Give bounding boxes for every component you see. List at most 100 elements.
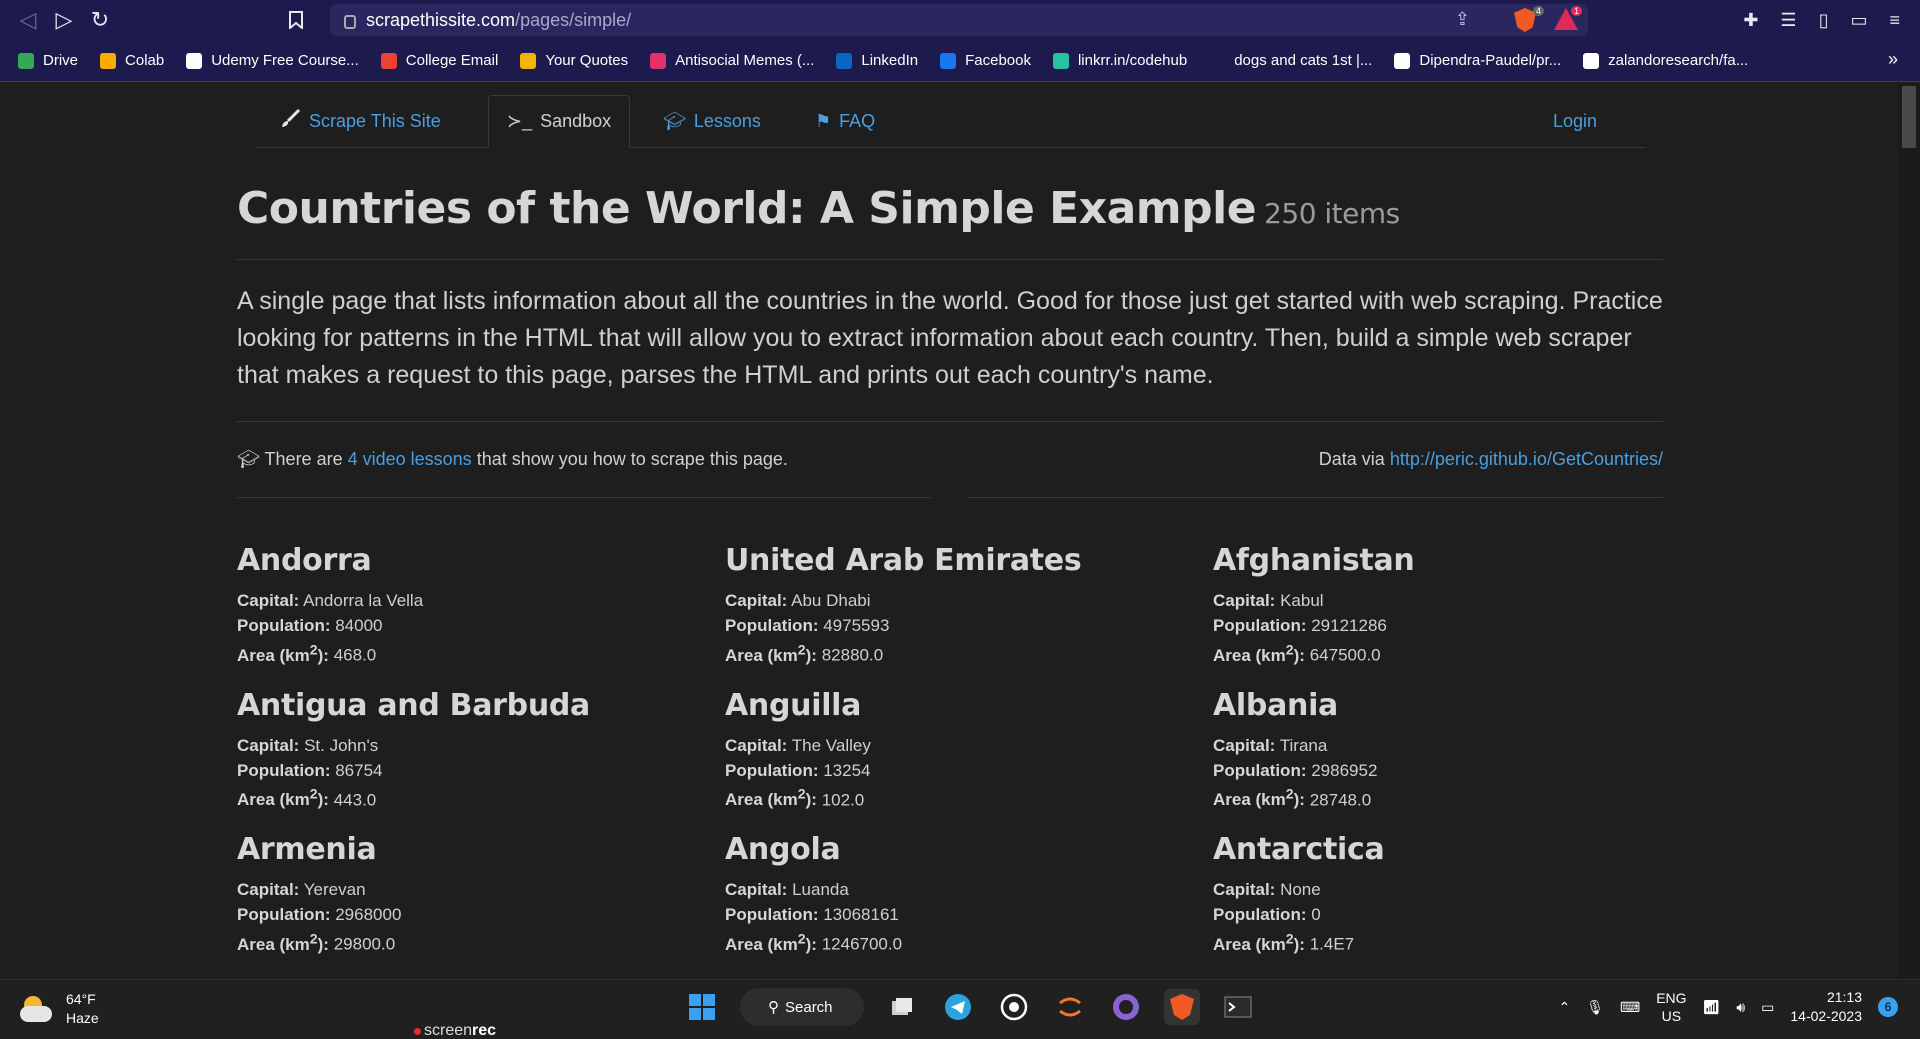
bookmark-item[interactable]: College Email xyxy=(380,52,499,69)
notification-badge[interactable]: 6 xyxy=(1878,997,1898,1017)
lessons-note-prefix: There are xyxy=(264,449,343,469)
tab-faq[interactable]: ⚑ FAQ xyxy=(815,95,875,148)
capital-label: Capital: xyxy=(1213,735,1276,755)
area-label-end: ): xyxy=(317,645,329,665)
sidebar-icon[interactable]: ▯ xyxy=(1819,10,1829,31)
weather-widget[interactable]: 64°F Haze xyxy=(20,990,99,1028)
tab-lessons[interactable]: 🎓︎ Lessons xyxy=(663,95,761,148)
bookmark-item[interactable]: Antisocial Memes (... xyxy=(650,52,814,69)
country-population: Population: 2968000 xyxy=(237,902,725,927)
bookmark-item[interactable]: LinkedIn xyxy=(836,52,918,69)
keyboard-icon[interactable]: ⌨ xyxy=(1620,999,1640,1016)
bookmark-favicon-icon xyxy=(1583,52,1600,69)
tab-sandbox-label: Sandbox xyxy=(540,111,612,131)
whatsapp-icon[interactable] xyxy=(996,989,1032,1025)
lang-primary: ENG xyxy=(1656,990,1687,1006)
area-label: Area (km2): xyxy=(237,931,329,954)
area-label-end: ): xyxy=(805,645,817,665)
country-population: Population: 84000 xyxy=(237,613,725,638)
area-label-sup: 2 xyxy=(309,931,318,948)
weather-condition: Haze xyxy=(66,1010,99,1026)
battery-icon[interactable]: ▭ xyxy=(1761,999,1774,1016)
playlist-icon[interactable]: ☰ xyxy=(1780,10,1796,31)
clock[interactable]: 21:13 14-02-2023 xyxy=(1790,988,1862,1026)
bookmark-item[interactable]: zalandoresearch/fa... xyxy=(1583,52,1748,69)
bookmark-label: Dipendra-Paudel/pr... xyxy=(1419,52,1562,69)
bookmark-item[interactable]: Dipendra-Paudel/pr... xyxy=(1394,52,1561,69)
task-view-icon[interactable] xyxy=(884,989,920,1025)
capital-label: Capital: xyxy=(725,591,788,610)
bookmark-favicon-icon xyxy=(940,52,957,69)
telegram-icon[interactable] xyxy=(940,989,976,1025)
bookmark-item[interactable]: linkrr.in/codehub xyxy=(1052,52,1188,69)
area-label-end: ): xyxy=(1293,790,1305,810)
scrollbar-thumb[interactable] xyxy=(1902,86,1916,148)
bookmark-label: College Email xyxy=(405,52,499,69)
country-population: Population: 13254 xyxy=(725,758,1213,783)
brave-browser-icon[interactable] xyxy=(1164,989,1200,1025)
wifi-icon[interactable]: 📶︎ xyxy=(1703,999,1721,1016)
weather-icon xyxy=(20,996,54,1022)
terminal-app-icon[interactable] xyxy=(1220,989,1256,1025)
data-source-link[interactable]: http://peric.github.io/GetCountries/ xyxy=(1390,449,1663,469)
microphone-icon[interactable]: 🎙︎ xyxy=(1586,999,1604,1016)
bookmark-label: Colab xyxy=(125,52,165,69)
capital-value: Andorra la Vella xyxy=(303,591,424,610)
back-icon[interactable]: ◁ xyxy=(10,2,46,38)
country-capital: Capital: Abu Dhabi xyxy=(725,588,1213,613)
flag-icon: ⚑ xyxy=(815,111,832,131)
area-label: Area (km2): xyxy=(1213,787,1305,810)
shields-badge: 4 xyxy=(1532,6,1544,16)
github-desktop-icon[interactable] xyxy=(1108,989,1144,1025)
bookmark-item[interactable]: Your Quotes xyxy=(520,52,628,69)
bookmark-icon[interactable] xyxy=(278,2,314,38)
scrollbar[interactable] xyxy=(1898,83,1920,979)
area-label-end: ): xyxy=(1293,934,1305,954)
clock-time: 21:13 xyxy=(1826,989,1862,1005)
nav-brand-link[interactable]: Scrape This Site xyxy=(279,95,441,148)
chevron-up-icon[interactable]: ⌃ xyxy=(1558,999,1570,1016)
divider xyxy=(237,497,931,498)
bookmark-label: linkrr.in/codehub xyxy=(1077,52,1188,69)
share-icon[interactable]: ⇪ xyxy=(1455,9,1470,30)
capital-label: Capital: xyxy=(237,880,300,900)
bookmark-item[interactable]: Drive xyxy=(18,52,78,69)
video-lessons-link[interactable]: 4 video lessons xyxy=(348,449,472,469)
login-link[interactable]: Login xyxy=(1553,95,1597,148)
bookmark-item[interactable]: Udemy Free Course... xyxy=(186,52,359,69)
bookmark-favicon-icon xyxy=(650,52,667,69)
bookmark-item[interactable]: Colab xyxy=(100,52,164,69)
rewards-badge: 1 xyxy=(1570,6,1582,16)
area-label-end: ): xyxy=(805,790,817,810)
country-name: Angola xyxy=(725,832,841,868)
population-value: 13254 xyxy=(823,760,871,780)
menu-icon[interactable]: ≡ xyxy=(1889,10,1900,31)
bookmark-label: Drive xyxy=(43,52,79,69)
taskbar-search[interactable]: ⚲ Search xyxy=(740,988,864,1026)
area-label-text: Area (km xyxy=(1213,645,1286,665)
taskbar-search-label: Search xyxy=(785,998,833,1016)
address-bar[interactable]: scrapethissite.com/pages/simple/ ⇪ 4 1 xyxy=(330,4,1588,36)
tab-sandbox[interactable]: ≻_ Sandbox xyxy=(488,95,631,148)
bookmark-item[interactable]: Facebook xyxy=(940,52,1031,69)
bookmark-favicon-icon xyxy=(1394,52,1411,69)
bookmark-item[interactable]: dogs and cats 1st |... xyxy=(1209,52,1372,69)
more-bookmarks-icon[interactable]: » xyxy=(1888,49,1898,70)
reload-icon[interactable]: ↻ xyxy=(82,2,118,38)
volume-icon[interactable]: 🔊︎ xyxy=(1736,999,1745,1016)
bookmark-favicon-icon xyxy=(836,52,853,69)
area-label-text: Area (km xyxy=(1213,790,1286,810)
area-value: 29800.0 xyxy=(333,934,396,954)
wallet-icon[interactable]: ▭ xyxy=(1850,10,1867,31)
forward-icon[interactable]: ▷ xyxy=(46,2,82,38)
start-icon[interactable] xyxy=(684,989,720,1025)
bookmark-favicon-icon xyxy=(100,52,117,69)
country-card: Andorra Capital: Andorra la Vella Populati… xyxy=(237,543,725,668)
country-list: Andorra Capital: Andorra la Vella Populati… xyxy=(237,543,1697,957)
jupyter-icon[interactable] xyxy=(1052,989,1088,1025)
search-icon: ⚲ xyxy=(768,999,779,1016)
area-label-text: Area (km xyxy=(725,645,798,665)
language-indicator[interactable]: ENG US xyxy=(1656,989,1686,1025)
bookmark-favicon-icon xyxy=(18,52,34,69)
extensions-icon[interactable]: ✚ xyxy=(1743,10,1758,31)
